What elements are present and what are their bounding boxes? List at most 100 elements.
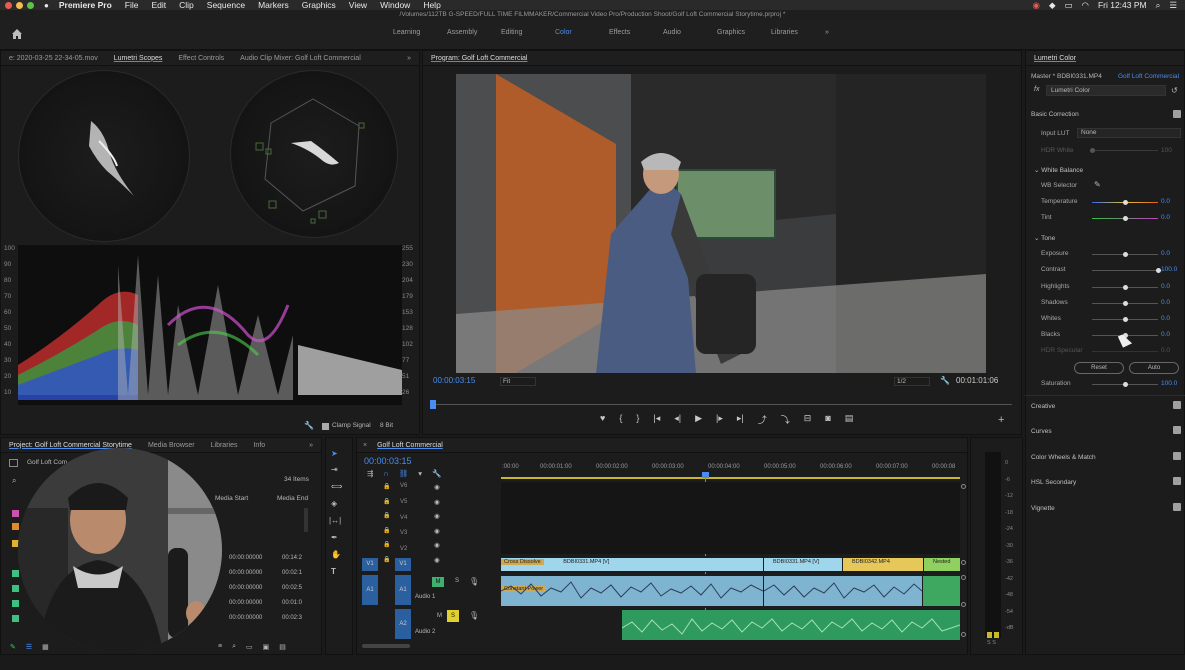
contrast-value[interactable]: 100.0: [1161, 266, 1177, 273]
audio-clip-a2[interactable]: [621, 610, 961, 640]
menu-list-icon[interactable]: ☰: [1169, 0, 1177, 11]
whites-slider[interactable]: [1092, 317, 1158, 322]
lock-icon[interactable]: 🔒: [383, 541, 390, 548]
slip-tool-icon[interactable]: |↔|: [329, 516, 341, 525]
workspace-audio[interactable]: Audio: [663, 29, 717, 36]
button-editor-icon[interactable]: +: [998, 414, 1004, 426]
shadows-value[interactable]: 0.0: [1161, 299, 1170, 306]
highlights-slider[interactable]: [1092, 285, 1158, 290]
creative-checkbox[interactable]: [1173, 401, 1181, 409]
program-monitor-title[interactable]: Program: Golf Loft Commercial: [423, 55, 535, 62]
menu-graphics[interactable]: Graphics: [302, 0, 336, 10]
whites-value[interactable]: 0.0: [1161, 315, 1170, 322]
close-window-button[interactable]: [5, 1, 12, 9]
tint-slider[interactable]: [1092, 216, 1158, 221]
hsl-secondary-header[interactable]: HSL Secondary: [1031, 479, 1076, 486]
export-frame-icon[interactable]: ◙: [825, 413, 830, 426]
input-lut-select[interactable]: None: [1077, 128, 1181, 138]
reset-effect-icon[interactable]: ↺: [1171, 86, 1178, 95]
video-clip[interactable]: Cross Dissolve BDBI0331.MP4 [V]: [501, 558, 763, 571]
snap-icon[interactable]: ∩: [383, 469, 388, 478]
ripple-edit-icon[interactable]: ⟺: [331, 482, 342, 491]
comparison-view-icon[interactable]: ⊟: [804, 413, 812, 426]
workspace-graphics[interactable]: Graphics: [717, 29, 771, 36]
blacks-value[interactable]: 0.0: [1161, 331, 1170, 338]
tint-value[interactable]: 0.0: [1161, 214, 1170, 221]
exposure-slider[interactable]: [1092, 252, 1158, 257]
track-v1[interactable]: V1: [395, 558, 411, 571]
audio-clip-a1[interactable]: [763, 576, 923, 606]
find-icon[interactable]: ⌕: [232, 643, 236, 651]
project-more-icon[interactable]: »: [301, 442, 321, 449]
go-to-in-icon[interactable]: |◂: [653, 413, 660, 426]
multicam-icon[interactable]: ▤: [845, 413, 854, 426]
workspace-learning[interactable]: Learning: [393, 29, 447, 36]
eye-icon[interactable]: ◉: [434, 498, 440, 506]
nest-icon[interactable]: ⇶: [367, 469, 373, 478]
creative-header[interactable]: Creative: [1031, 403, 1055, 410]
playhead-handle[interactable]: [702, 472, 709, 478]
new-bin-icon[interactable]: ▭: [246, 643, 253, 651]
timeline-close-icon[interactable]: ×: [357, 442, 369, 449]
highlights-value[interactable]: 0.0: [1161, 283, 1170, 290]
track-a2[interactable]: A2: [395, 609, 411, 639]
tab-audio-clip-mixer[interactable]: Audio Clip Mixer: Golf Loft Commercial: [232, 55, 369, 62]
clamp-signal-checkbox[interactable]: [322, 423, 329, 430]
go-to-out-icon[interactable]: ▸|: [737, 413, 744, 426]
auto-button[interactable]: Auto: [1129, 362, 1179, 374]
bin-name[interactable]: Golf Loft Com: [27, 459, 67, 466]
media-start-header[interactable]: Media Start: [215, 495, 248, 502]
saturation-value[interactable]: 100.0: [1161, 380, 1177, 387]
timeline-settings-icon[interactable]: 🔧: [432, 469, 441, 478]
hdr-specular-slider[interactable]: [1092, 351, 1158, 352]
lift-icon[interactable]: ⤴: [758, 413, 767, 426]
lumetri-master-clip[interactable]: Master * BDBI0331.MP4: [1031, 73, 1102, 80]
solo-button-a1[interactable]: S: [455, 578, 459, 584]
fit-select[interactable]: Fit: [500, 377, 536, 386]
workspace-editing[interactable]: Editing: [501, 29, 555, 36]
wrench-icon[interactable]: 🔧: [304, 421, 314, 430]
bit-depth-select[interactable]: 8 Bit: [380, 422, 393, 429]
app-menu[interactable]: Premiere Pro: [59, 0, 112, 10]
video-clip[interactable]: BDBI0331.MP4 [V]: [764, 558, 842, 571]
dropbox-icon[interactable]: ◆: [1049, 0, 1056, 11]
track-v3[interactable]: V3: [400, 530, 407, 536]
workspace-effects[interactable]: Effects: [609, 29, 663, 36]
basic-correction-checkbox[interactable]: [1173, 110, 1181, 118]
search-icon[interactable]: ⌕: [12, 476, 16, 486]
clear-icon[interactable]: ▤: [279, 643, 286, 651]
contrast-slider[interactable]: [1092, 268, 1161, 273]
track-select-icon[interactable]: ⇥: [331, 465, 338, 474]
menu-clip[interactable]: Clip: [179, 0, 194, 10]
lumetri-color-title[interactable]: Lumetri Color: [1026, 55, 1084, 62]
lock-icon[interactable]: 🔒: [383, 512, 390, 519]
track-v5[interactable]: V5: [400, 499, 407, 505]
project-scrollbar[interactable]: [304, 508, 308, 532]
tab-effect-controls[interactable]: Effect Controls: [170, 55, 232, 62]
solo-button-a2[interactable]: S: [447, 610, 459, 622]
screen-icon[interactable]: ▭: [1065, 0, 1073, 11]
temperature-value[interactable]: 0.0: [1161, 198, 1170, 205]
hdr-specular-value[interactable]: 0.0: [1161, 347, 1170, 354]
track-scroll-handle[interactable]: [961, 602, 966, 607]
audio-clip-a1[interactable]: Constant Power: [501, 576, 763, 606]
icon-view-icon[interactable]: ▦: [42, 643, 49, 651]
timeline-title[interactable]: Golf Loft Commercial: [369, 442, 451, 449]
lock-icon[interactable]: 🔒: [383, 527, 390, 534]
tab-lumetri-scopes[interactable]: Lumetri Scopes: [106, 55, 171, 62]
tab-source[interactable]: e: 2020-03-25 22-34-05.mov: [1, 55, 106, 62]
track-scroll-handle[interactable]: [961, 484, 966, 489]
source-v1-patch[interactable]: V1: [362, 558, 378, 571]
workspace-libraries[interactable]: Libraries: [771, 29, 825, 36]
program-scrubber[interactable]: [430, 404, 1012, 405]
saturation-slider[interactable]: [1092, 382, 1158, 387]
pencil-icon[interactable]: ✎: [10, 643, 16, 651]
razor-tool-icon[interactable]: ◈: [331, 499, 337, 508]
eye-icon[interactable]: ◉: [434, 483, 440, 491]
nested-clip[interactable]: Nested: [924, 558, 960, 571]
playhead-marker[interactable]: [430, 400, 436, 409]
new-item-icon[interactable]: ▣: [263, 643, 270, 651]
video-clip[interactable]: BDBI0342.MP4: [843, 558, 923, 571]
type-tool-icon[interactable]: T: [331, 567, 336, 576]
track-v6[interactable]: V6: [400, 483, 407, 489]
